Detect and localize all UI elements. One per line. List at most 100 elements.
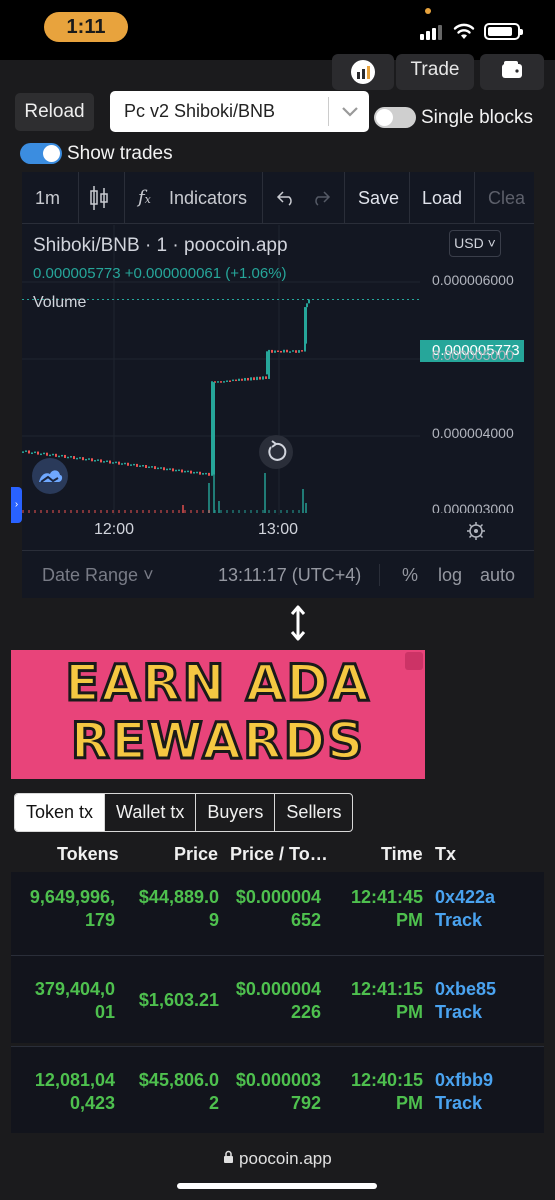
candle <box>266 351 269 375</box>
side-panel-toggle[interactable]: › <box>11 487 22 523</box>
tx-link[interactable]: 0x422a <box>435 886 495 909</box>
candle <box>271 349 273 353</box>
redo-icon[interactable] <box>311 172 331 224</box>
x-tick-label: 13:00 <box>258 521 299 538</box>
reload-button[interactable]: Reload <box>15 93 94 131</box>
volume-bar <box>64 510 66 513</box>
candle-style-button[interactable] <box>88 172 110 224</box>
candle <box>193 471 195 474</box>
pair-title: Shiboki/BNB · 1 · poocoin.app <box>33 235 288 256</box>
track-link[interactable]: Track <box>435 1001 482 1024</box>
candle <box>109 460 111 464</box>
candle <box>148 466 150 469</box>
volume-bar <box>100 510 102 513</box>
candle <box>250 377 252 381</box>
logo-icon[interactable] <box>32 458 68 494</box>
ad-banner[interactable]: EARN ADA REWARDS <box>11 650 425 779</box>
candle <box>151 466 153 468</box>
date-range-button[interactable]: Date Range ˅ <box>42 551 154 599</box>
candle <box>37 451 39 455</box>
candle <box>145 465 147 468</box>
price-chart[interactable]: 1m fx Indicators Save Load Clea Shiboki/… <box>22 172 534 598</box>
candle <box>154 466 156 470</box>
candle <box>97 459 99 461</box>
candle <box>25 450 27 452</box>
candle <box>289 351 291 353</box>
pair-select[interactable]: Pc v2 Shiboki/BNB <box>110 91 369 132</box>
resize-handle-icon[interactable] <box>288 605 308 641</box>
candle <box>190 470 192 474</box>
candle <box>142 465 144 467</box>
tx-link[interactable]: 0xfbb9 <box>435 1069 493 1092</box>
candle <box>202 473 204 475</box>
volume-bar <box>136 510 138 513</box>
chart-bottom-bar: Date Range ˅ 13:11:17 (UTC+4) % log auto <box>22 550 534 598</box>
candle <box>139 465 141 467</box>
home-indicator[interactable] <box>177 1183 377 1189</box>
ad-line-2: REWARDS <box>69 711 366 772</box>
candle <box>172 468 174 472</box>
candle <box>280 350 282 353</box>
single-blocks-toggle[interactable] <box>374 107 416 128</box>
log-scale-button[interactable]: log <box>438 551 462 599</box>
volume-bar <box>70 510 72 513</box>
candle <box>199 471 201 475</box>
tab-buyers[interactable]: Buyers <box>196 794 276 831</box>
cell-price: $1,603.21 <box>138 990 219 1010</box>
auto-scale-button[interactable]: auto <box>480 551 515 599</box>
reset-chart-button[interactable] <box>259 435 293 469</box>
volume-bar <box>280 510 282 513</box>
volume-bar <box>274 510 276 513</box>
candle <box>232 379 234 382</box>
candle <box>241 378 243 381</box>
page: 1:11 Trade Reload Pc v2 Shiboki/BNB Sing <box>0 0 555 1200</box>
candle <box>163 467 165 471</box>
show-trades-toggle[interactable] <box>20 143 62 164</box>
chevron-down-icon <box>341 91 359 132</box>
volume-bar <box>166 510 168 513</box>
clear-button[interactable]: Clea <box>488 172 525 224</box>
candle <box>121 463 123 465</box>
volume-bar <box>196 510 198 513</box>
tx-link[interactable]: 0xbe85 <box>435 978 496 1001</box>
wallet-button[interactable] <box>480 54 544 90</box>
tab-wallet-tx[interactable]: Wallet tx <box>105 794 197 831</box>
indicators-button[interactable]: Indicators <box>169 172 247 224</box>
candle <box>184 470 186 473</box>
track-link[interactable]: Track <box>435 1092 482 1115</box>
table-row: 379,404,001 $1,603.21 $0.000004226 12:41… <box>11 955 544 1043</box>
volume-bar <box>52 510 54 513</box>
candle <box>208 472 210 476</box>
candle <box>160 467 162 469</box>
volume-bar <box>302 489 304 513</box>
reset-icon <box>268 440 287 461</box>
candle <box>136 463 138 467</box>
x-tick-label: 12:00 <box>94 521 135 538</box>
tab-token-tx[interactable]: Token tx <box>15 794 106 831</box>
volume-bar <box>250 510 252 513</box>
browser-url-bar[interactable]: poocoin.app <box>0 1133 555 1200</box>
track-link[interactable]: Track <box>435 909 482 932</box>
interval-button[interactable]: 1m <box>35 172 60 224</box>
candle <box>253 377 255 381</box>
wifi-icon <box>453 23 475 39</box>
undo-icon[interactable] <box>276 172 296 224</box>
chart-canvas[interactable]: Shiboki/BNB · 1 · poocoin.app 0.00000577… <box>22 225 534 515</box>
ad-badge-icon[interactable] <box>405 652 423 670</box>
tab-sellers[interactable]: Sellers <box>275 794 352 831</box>
settings-gear-icon[interactable] <box>466 521 486 546</box>
cell-time: 12:41:15 PM <box>350 979 423 1022</box>
candle <box>52 453 54 456</box>
volume-bar <box>214 510 216 513</box>
trade-button[interactable]: Trade <box>396 54 474 90</box>
candle <box>226 380 228 382</box>
candle <box>247 377 249 381</box>
save-button[interactable]: Save <box>358 172 399 224</box>
candle <box>256 376 258 381</box>
percent-scale-button[interactable]: % <box>402 551 418 599</box>
currency-select[interactable]: USD ˅ <box>449 230 501 257</box>
volume-bar <box>286 510 288 513</box>
chart-toggle-button[interactable] <box>332 54 394 90</box>
status-bar: 1:11 <box>0 0 555 60</box>
load-button[interactable]: Load <box>422 172 462 224</box>
